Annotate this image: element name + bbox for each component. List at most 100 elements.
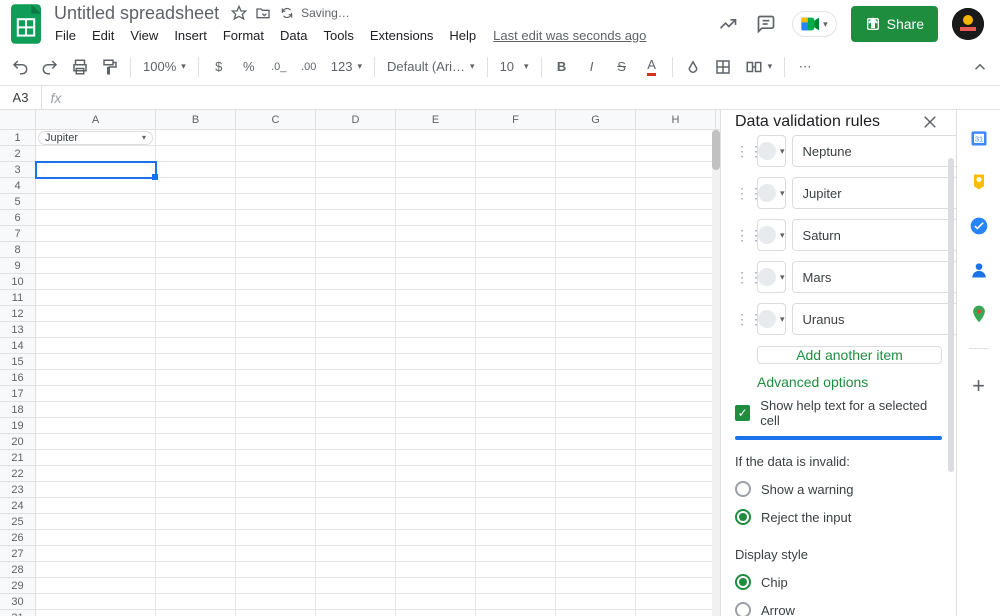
cell[interactable] — [36, 338, 156, 354]
cell[interactable] — [36, 514, 156, 530]
column-header[interactable]: F — [476, 110, 556, 129]
meet-button[interactable]: ▾ — [792, 11, 837, 37]
cell[interactable] — [476, 562, 556, 578]
cell[interactable] — [556, 306, 636, 322]
cell[interactable] — [636, 434, 716, 450]
cell[interactable] — [396, 450, 476, 466]
cell[interactable] — [556, 498, 636, 514]
cell[interactable] — [316, 610, 396, 616]
cell[interactable] — [236, 386, 316, 402]
cell[interactable] — [556, 386, 636, 402]
cell[interactable] — [316, 386, 396, 402]
cell[interactable] — [36, 242, 156, 258]
cell[interactable] — [236, 274, 316, 290]
cell[interactable] — [476, 306, 556, 322]
cell[interactable] — [396, 610, 476, 616]
cell[interactable] — [316, 322, 396, 338]
cell[interactable] — [476, 578, 556, 594]
cell[interactable] — [556, 322, 636, 338]
cell[interactable] — [636, 274, 716, 290]
last-edit-link[interactable]: Last edit was seconds ago — [493, 28, 646, 43]
cell[interactable] — [476, 322, 556, 338]
cell[interactable] — [556, 274, 636, 290]
cell[interactable] — [636, 594, 716, 610]
cell[interactable] — [36, 482, 156, 498]
cell[interactable] — [236, 290, 316, 306]
column-header[interactable]: E — [396, 110, 476, 129]
cell[interactable] — [156, 514, 236, 530]
item-value-input[interactable] — [792, 177, 956, 209]
cell[interactable] — [36, 546, 156, 562]
row-header[interactable]: 22 — [0, 466, 36, 482]
item-value-input[interactable] — [792, 303, 956, 335]
cell[interactable] — [476, 162, 556, 178]
cell[interactable] — [636, 370, 716, 386]
row-header[interactable]: 6 — [0, 210, 36, 226]
cell[interactable] — [316, 194, 396, 210]
checkbox-checked-icon[interactable]: ✓ — [735, 405, 750, 421]
cell[interactable] — [556, 466, 636, 482]
row-header[interactable]: 16 — [0, 370, 36, 386]
cell[interactable] — [156, 418, 236, 434]
cell[interactable] — [476, 226, 556, 242]
cell[interactable] — [316, 402, 396, 418]
row-header[interactable]: 25 — [0, 514, 36, 530]
cell[interactable] — [636, 498, 716, 514]
cell[interactable] — [636, 514, 716, 530]
row-header[interactable]: 5 — [0, 194, 36, 210]
cell[interactable] — [636, 466, 716, 482]
cell[interactable]: Jupiter▾ — [36, 130, 156, 146]
cell[interactable] — [556, 162, 636, 178]
cell[interactable] — [396, 306, 476, 322]
cell[interactable] — [316, 242, 396, 258]
row-header[interactable]: 12 — [0, 306, 36, 322]
cell[interactable] — [236, 418, 316, 434]
row-header[interactable]: 20 — [0, 434, 36, 450]
more-toolbar-button[interactable]: ⋯ — [791, 53, 819, 81]
cell[interactable] — [36, 594, 156, 610]
cell[interactable] — [396, 258, 476, 274]
cell[interactable] — [316, 178, 396, 194]
zoom-dropdown[interactable]: 100%▾ — [137, 53, 192, 81]
increase-decimal-button[interactable]: .00 — [295, 53, 323, 81]
cell[interactable] — [636, 226, 716, 242]
row-header[interactable]: 30 — [0, 594, 36, 610]
decrease-decimal-button[interactable]: .0_ — [265, 53, 293, 81]
cell[interactable] — [236, 194, 316, 210]
add-another-item-button[interactable]: Add another item — [757, 346, 942, 364]
cell[interactable] — [396, 146, 476, 162]
cell[interactable] — [556, 594, 636, 610]
cell[interactable] — [316, 146, 396, 162]
cell[interactable] — [36, 562, 156, 578]
cell[interactable] — [396, 194, 476, 210]
row-header[interactable]: 14 — [0, 338, 36, 354]
advanced-options-toggle[interactable]: Advanced options — [757, 374, 942, 390]
cell[interactable] — [476, 178, 556, 194]
cell[interactable] — [236, 210, 316, 226]
cell[interactable] — [316, 466, 396, 482]
cell[interactable] — [316, 258, 396, 274]
cell[interactable] — [236, 338, 316, 354]
column-header[interactable]: D — [316, 110, 396, 129]
font-size-dropdown[interactable]: 10▾ — [494, 53, 535, 81]
collapse-toolbar-button[interactable] — [968, 55, 992, 79]
name-box[interactable]: A3 — [0, 86, 42, 109]
cell[interactable] — [636, 338, 716, 354]
cell[interactable] — [36, 530, 156, 546]
cell[interactable] — [476, 258, 556, 274]
cell[interactable] — [476, 354, 556, 370]
cell[interactable] — [316, 562, 396, 578]
radio-icon[interactable] — [735, 481, 751, 497]
cell[interactable] — [556, 562, 636, 578]
cell[interactable] — [236, 130, 316, 146]
cell[interactable] — [236, 610, 316, 616]
cell[interactable] — [636, 450, 716, 466]
cell[interactable] — [476, 402, 556, 418]
cell[interactable] — [556, 146, 636, 162]
cell[interactable] — [476, 466, 556, 482]
cell[interactable] — [36, 370, 156, 386]
select-all-corner[interactable] — [0, 110, 36, 129]
cell[interactable] — [156, 450, 236, 466]
cell[interactable] — [556, 578, 636, 594]
cell[interactable] — [396, 514, 476, 530]
